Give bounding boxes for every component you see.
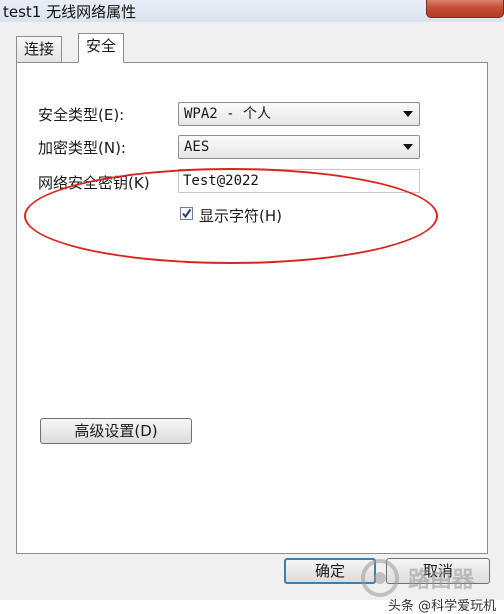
encryption-type-label: 加密类型(N): [38, 139, 126, 157]
chevron-down-icon [403, 144, 413, 150]
security-type-label: 安全类型(E): [38, 106, 125, 124]
show-characters-label[interactable]: 显示字符(H) [199, 205, 282, 226]
network-key-input[interactable] [178, 169, 420, 193]
title-bar: test1 无线网络属性 [0, 0, 504, 22]
window-title: test1 无线网络属性 [3, 3, 137, 21]
tab-security[interactable]: 安全 [78, 33, 125, 63]
close-button[interactable] [426, 0, 504, 18]
chevron-down-icon [403, 111, 413, 117]
checkmark-icon [182, 208, 192, 219]
watermark-logo-text: 路由器 [408, 568, 475, 593]
dialog-client-area: 连接 安全 安全类型(E): WPA2 - 个人 加密类型(N): AES 网络… [0, 22, 504, 614]
watermark-credit: 头条 @科学爱玩机 [388, 599, 497, 614]
security-type-select[interactable]: WPA2 - 个人 [178, 102, 420, 126]
tab-connection[interactable]: 连接 [16, 36, 63, 62]
encryption-type-select[interactable]: AES [178, 135, 420, 159]
show-characters-checkbox[interactable] [180, 207, 193, 220]
advanced-settings-button[interactable]: 高级设置(D) [40, 418, 192, 444]
security-type-value: WPA2 - 个人 [184, 106, 272, 122]
encryption-type-value: AES [184, 139, 210, 155]
network-key-label: 网络安全密钥(K) [38, 174, 150, 192]
router-logo-icon [361, 559, 399, 597]
